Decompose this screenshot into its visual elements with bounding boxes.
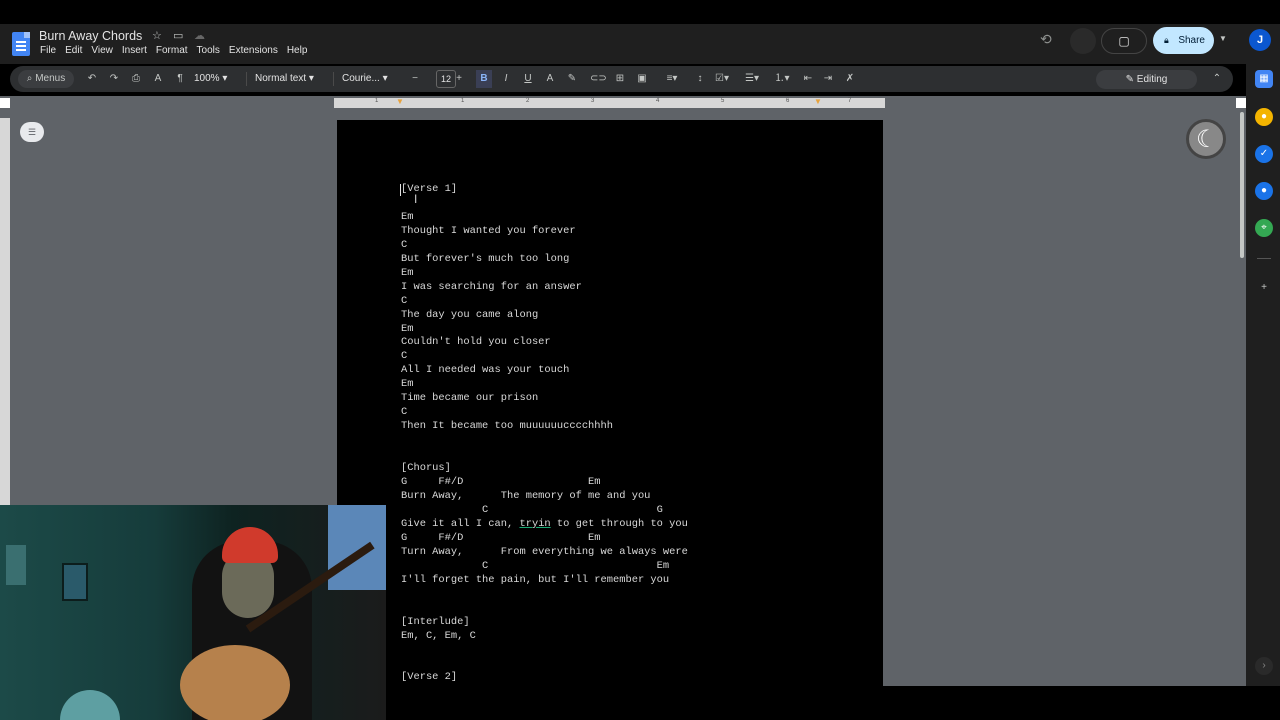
bold-icon[interactable]: B: [476, 70, 492, 88]
numbered-list-icon[interactable]: ⒈▾: [770, 70, 794, 88]
font-value: Courie...: [342, 73, 380, 84]
zoom-value: 100%: [194, 73, 220, 84]
right-indent-marker-icon[interactable]: ▼: [814, 98, 822, 106]
decrease-indent-icon[interactable]: ⇤: [800, 70, 816, 88]
search-icon: ⌕: [26, 73, 36, 84]
webcam-guitar: [180, 645, 290, 720]
menu-format[interactable]: Format: [156, 45, 188, 56]
menu-bar: File Edit View Insert Format Tools Exten…: [40, 45, 307, 56]
show-side-panel-icon[interactable]: ›: [1255, 657, 1273, 675]
menu-edit[interactable]: Edit: [65, 45, 82, 56]
webcam-wall-frame: [6, 545, 26, 585]
ruler-number: 2: [526, 98, 530, 104]
underline-icon[interactable]: U: [520, 70, 536, 88]
ruler-number: 7: [848, 98, 852, 104]
zoom-select[interactable]: 100% ▾: [194, 70, 240, 88]
checklist-icon[interactable]: ☑▾: [710, 70, 734, 88]
toolbar-divider: [246, 72, 247, 86]
menu-help[interactable]: Help: [287, 45, 308, 56]
cloud-saved-icon[interactable]: ☁: [194, 29, 205, 42]
line-spacing-icon[interactable]: ↕: [692, 70, 708, 88]
highlight-icon[interactable]: ✎: [564, 70, 580, 88]
align-icon[interactable]: ≡▾: [662, 70, 682, 88]
webcam-overlay: [0, 505, 386, 720]
share-label: Share: [1178, 35, 1205, 46]
vertical-ruler[interactable]: [0, 118, 10, 508]
font-select[interactable]: Courie... ▾: [342, 70, 398, 88]
menu-file[interactable]: File: [40, 45, 56, 56]
decrease-font-icon[interactable]: −: [408, 70, 422, 88]
image-icon[interactable]: ▣: [634, 70, 650, 88]
calendar-icon[interactable]: ▦: [1255, 70, 1273, 88]
editing-mode-button[interactable]: ✎ Editing: [1096, 70, 1197, 89]
menus-search-button[interactable]: ⌕ Menus: [18, 70, 74, 88]
bullet-list-icon[interactable]: ☰▾: [740, 70, 764, 88]
scrollbar-thumb[interactable]: [1240, 112, 1244, 258]
ibeam-cursor-icon: I: [414, 192, 418, 206]
side-panel-divider: [1257, 258, 1271, 259]
increase-font-icon[interactable]: +: [452, 70, 466, 88]
document-title[interactable]: Burn Away Chords: [39, 29, 142, 43]
keep-icon[interactable]: ●: [1255, 108, 1273, 126]
moon-icon: ☾: [1196, 126, 1218, 153]
ruler-number: 6: [786, 98, 790, 104]
add-addon-icon[interactable]: +: [1255, 279, 1273, 297]
avatar[interactable]: J: [1249, 29, 1271, 51]
share-dropdown-icon[interactable]: ▼: [1219, 34, 1227, 43]
pencil-icon: ✎: [1125, 74, 1137, 85]
spellcheck-underline[interactable]: tryin: [519, 518, 550, 530]
toolbar-divider: [333, 72, 334, 86]
clear-formatting-icon[interactable]: ✗: [842, 70, 858, 88]
title-bar: Burn Away Chords ☆ ▭ ☁ File Edit View In…: [0, 24, 1280, 64]
comment-icon[interactable]: ⊞: [612, 70, 628, 88]
collapse-toolbar-icon[interactable]: ⌃: [1209, 70, 1225, 88]
webcam-poster: [328, 505, 386, 590]
lock-icon: 🔒︎: [1164, 35, 1169, 45]
ruler-number: 5: [721, 98, 725, 104]
ruler-corner: [1236, 98, 1246, 108]
indent-marker-icon[interactable]: ▼: [396, 98, 404, 106]
ruler-number: 3: [591, 98, 595, 104]
italic-icon[interactable]: I: [498, 70, 514, 88]
ruler-number: 4: [656, 98, 660, 104]
redo-icon[interactable]: ↷: [106, 70, 122, 88]
menu-extensions[interactable]: Extensions: [229, 45, 278, 56]
menus-label: Menus: [35, 73, 66, 84]
spellcheck-icon[interactable]: A: [150, 70, 166, 88]
ruler-corner: [0, 98, 10, 108]
dark-mode-toggle[interactable]: ☾: [1186, 119, 1226, 159]
document-page[interactable]: [Verse 1] Em Thought I wanted you foreve…: [337, 120, 883, 686]
style-value: Normal text: [255, 73, 307, 84]
video-camera-icon: ▢: [1118, 34, 1130, 48]
ruler-number: 1: [375, 98, 379, 104]
tasks-icon[interactable]: ✓: [1255, 145, 1273, 163]
toolbar: ⌕ Menus ↶ ↷ ⎙ A ¶ 100% ▾ Normal text ▾ C…: [10, 66, 1233, 92]
print-icon[interactable]: ⎙: [128, 70, 144, 88]
menu-tools[interactable]: Tools: [197, 45, 220, 56]
contacts-icon[interactable]: ●: [1255, 182, 1273, 200]
menu-view[interactable]: View: [91, 45, 113, 56]
ruler-number: 1: [461, 98, 465, 104]
style-select[interactable]: Normal text ▾: [255, 70, 327, 88]
paint-format-icon[interactable]: ¶: [172, 70, 188, 88]
document-outline-icon[interactable]: ☰: [20, 122, 44, 142]
increase-indent-icon[interactable]: ⇥: [820, 70, 836, 88]
move-folder-icon[interactable]: ▭: [173, 29, 183, 42]
docs-logo-icon[interactable]: [12, 32, 30, 56]
text-color-icon[interactable]: A: [542, 70, 558, 88]
app-window: Burn Away Chords ☆ ▭ ☁ File Edit View In…: [0, 0, 1280, 720]
star-icon[interactable]: ☆: [152, 29, 162, 42]
menu-insert[interactable]: Insert: [122, 45, 147, 56]
comments-button[interactable]: [1070, 28, 1096, 54]
undo-icon[interactable]: ↶: [84, 70, 100, 88]
maps-icon[interactable]: ⌖: [1255, 219, 1273, 237]
share-button[interactable]: 🔒︎ Share: [1153, 27, 1214, 54]
editing-label: Editing: [1136, 74, 1168, 85]
horizontal-ruler[interactable]: 1 1 2 3 4 5 6 7 ▼ ▼: [334, 98, 885, 108]
link-icon[interactable]: ⊂⊃: [590, 70, 607, 88]
document-body[interactable]: [Verse 1] Em Thought I wanted you foreve…: [401, 183, 688, 685]
version-history-icon[interactable]: ⟲: [1040, 31, 1052, 48]
webcam-wall-frame: [62, 563, 88, 601]
meet-button[interactable]: ▢: [1101, 28, 1147, 54]
